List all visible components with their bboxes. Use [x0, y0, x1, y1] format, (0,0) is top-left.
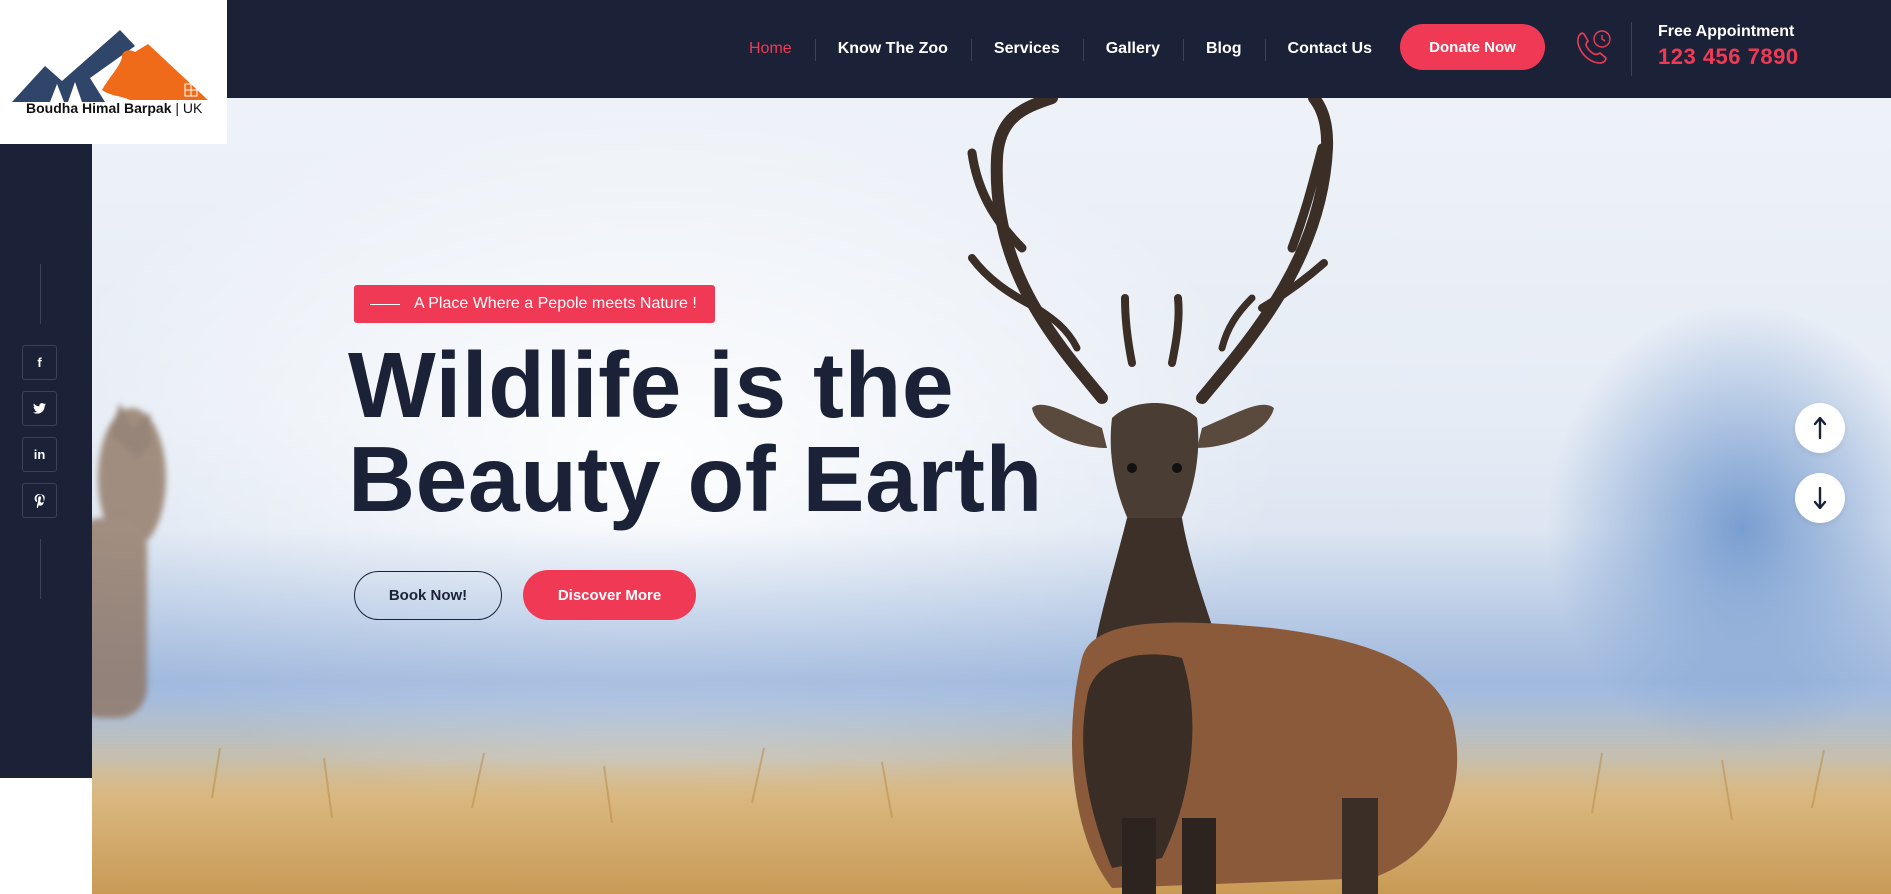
sidebar-footer-space: [0, 778, 92, 894]
twitter-link[interactable]: [22, 391, 57, 426]
facebook-icon: f: [37, 355, 42, 370]
book-now-button[interactable]: Book Now!: [354, 571, 502, 620]
twitter-icon: [33, 403, 46, 414]
social-sidebar: f in: [0, 144, 92, 778]
logo-text: Boudha Himal Barpak | UK: [26, 100, 202, 116]
arrow-up-icon: [1813, 417, 1827, 439]
logo[interactable]: Boudha Himal Barpak | UK: [0, 0, 227, 144]
nav-item-contact-us[interactable]: Contact Us: [1264, 39, 1395, 61]
brand-name: Boudha Himal Barpak: [26, 100, 172, 116]
donate-now-button[interactable]: Donate Now: [1400, 24, 1545, 70]
sidebar-divider-top: [40, 264, 41, 324]
tagline-dash: [370, 303, 400, 305]
discover-more-button[interactable]: Discover More: [523, 570, 696, 620]
appointment-phone[interactable]: 123 456 7890: [1658, 44, 1799, 70]
stag-eye-right: [1172, 463, 1182, 473]
headline-line-1: Wildlife is the: [348, 333, 955, 437]
doe-silhouette: [92, 403, 166, 718]
nav-item-home[interactable]: Home: [726, 40, 815, 58]
top-navbar: Home Know The Zoo Services Gallery Blog …: [0, 0, 1891, 98]
main-nav: Home Know The Zoo Services Gallery Blog …: [726, 38, 1395, 61]
arrow-down-icon: [1813, 487, 1827, 509]
nav-item-services[interactable]: Services: [970, 39, 1083, 61]
stag-eye-left: [1127, 463, 1137, 473]
hero-headline: Wildlife is the Beauty of Earth: [348, 338, 1043, 526]
headline-line-2: Beauty of Earth: [348, 427, 1043, 531]
hero-section: A Place Where a Pepole meets Nature ! Wi…: [92, 98, 1891, 894]
grass-strokes: [211, 747, 1825, 824]
pinterest-link[interactable]: [22, 483, 57, 518]
header-divider: [1631, 22, 1632, 76]
nav-item-know-the-zoo[interactable]: Know The Zoo: [814, 39, 971, 61]
stag-ear-right: [1197, 404, 1274, 448]
stag-leg-right: [1182, 818, 1216, 894]
facebook-link[interactable]: f: [22, 345, 57, 380]
phone-call-icon: [1577, 30, 1611, 64]
sidebar-divider-bottom: [40, 539, 41, 599]
brand-suffix: | UK: [175, 100, 203, 116]
stag-ear-left: [1032, 404, 1107, 448]
hero-tagline: A Place Where a Pepole meets Nature !: [354, 285, 715, 323]
tagline-text: A Place Where a Pepole meets Nature !: [414, 295, 697, 312]
scroll-down-button[interactable]: [1795, 473, 1845, 523]
scroll-up-button[interactable]: [1795, 403, 1845, 453]
appointment-label: Free Appointment: [1658, 23, 1795, 40]
pinterest-icon: [34, 493, 45, 508]
nav-item-blog[interactable]: Blog: [1183, 39, 1265, 61]
linkedin-icon: in: [33, 447, 46, 462]
stag-leg-left: [1122, 818, 1156, 894]
linkedin-link[interactable]: in: [22, 437, 57, 472]
stag-leg-back: [1342, 798, 1378, 894]
logo-mark: [12, 30, 208, 102]
nav-item-gallery[interactable]: Gallery: [1082, 39, 1183, 61]
